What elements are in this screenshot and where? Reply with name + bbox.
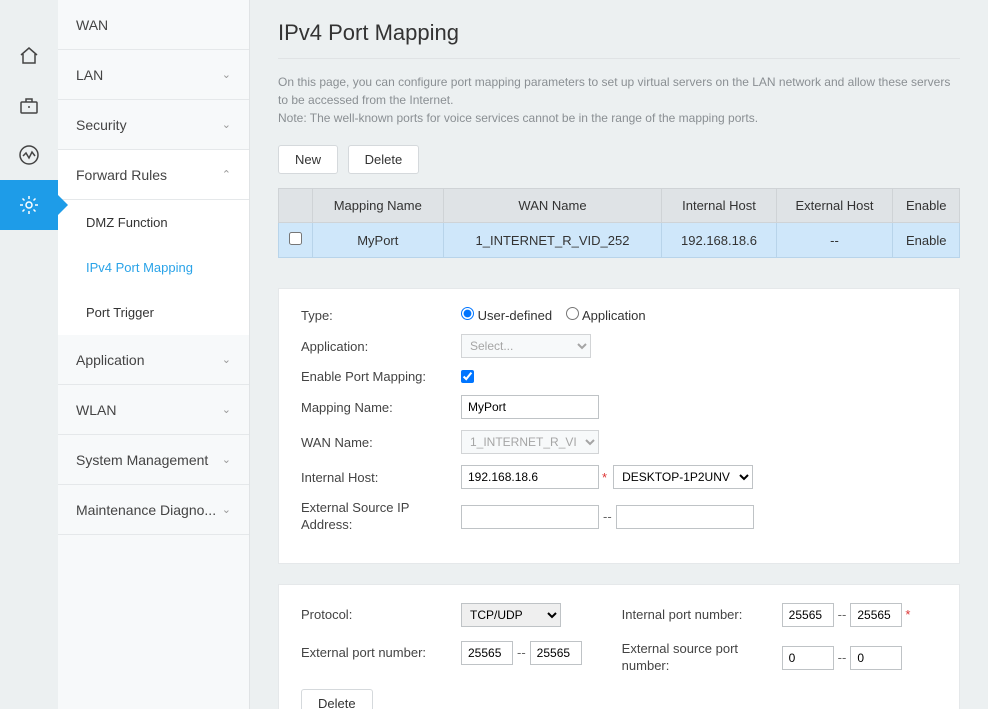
chevron-down-icon: ⌄ [222, 453, 231, 466]
enable-port-mapping-checkbox[interactable] [461, 370, 474, 383]
mapping-name-label: Mapping Name: [301, 400, 461, 415]
internal-port-b[interactable] [850, 603, 902, 627]
sidebar-item-application[interactable]: Application⌄ [58, 335, 249, 385]
divider [278, 58, 960, 59]
required-marker: * [602, 470, 607, 485]
chevron-up-icon: ⌃ [222, 168, 231, 181]
main-content: IPv4 Port Mapping On this page, you can … [250, 0, 988, 709]
chevron-down-icon: ⌄ [222, 403, 231, 416]
external-source-ip-b[interactable] [616, 505, 754, 529]
type-user-defined[interactable]: User-defined [461, 307, 552, 323]
chevron-down-icon: ⌄ [222, 353, 231, 366]
type-label: Type: [301, 308, 461, 323]
sidebar-item-security[interactable]: Security⌄ [58, 100, 249, 150]
icon-rail [0, 0, 58, 709]
sidebar-item-forward-rules[interactable]: Forward Rules⌃ [58, 150, 249, 200]
sidebar: WAN LAN⌄ Security⌄ Forward Rules⌃ DMZ Fu… [58, 0, 250, 709]
new-button[interactable]: New [278, 145, 338, 174]
external-source-ip-label: External Source IP Address: [301, 500, 461, 534]
rail-spacer [0, 0, 58, 30]
mapping-table: Mapping Name WAN Name Internal Host Exte… [278, 188, 960, 258]
home-icon [18, 44, 40, 66]
page-title: IPv4 Port Mapping [278, 20, 960, 46]
row-checkbox[interactable] [289, 232, 302, 245]
port-delete-button[interactable]: Delete [301, 689, 373, 709]
sidebar-item-lan[interactable]: LAN⌄ [58, 50, 249, 100]
application-select[interactable]: Select... [461, 334, 591, 358]
table-row[interactable]: MyPort 1_INTERNET_R_VID_252 192.168.18.6… [279, 223, 960, 258]
internal-port-a[interactable] [782, 603, 834, 627]
rail-settings[interactable] [0, 180, 58, 230]
application-label: Application: [301, 339, 461, 354]
external-source-port-a[interactable] [782, 646, 834, 670]
sidebar-item-maintenance[interactable]: Maintenance Diagno...⌄ [58, 485, 249, 535]
mapping-name-input[interactable] [461, 395, 599, 419]
enable-port-mapping-label: Enable Port Mapping: [301, 369, 461, 384]
range-dash: -- [603, 509, 612, 524]
external-source-port-b[interactable] [850, 646, 902, 670]
rail-home[interactable] [0, 30, 58, 80]
sidebar-sub-dmz[interactable]: DMZ Function [58, 200, 249, 245]
external-source-ip-a[interactable] [461, 505, 599, 529]
internal-host-select[interactable]: DESKTOP-1P2UNV [613, 465, 753, 489]
external-source-port-label: External source port number: [622, 641, 782, 675]
briefcase-icon [18, 94, 40, 116]
internal-host-input[interactable] [461, 465, 599, 489]
wan-name-label: WAN Name: [301, 435, 461, 450]
chevron-down-icon: ⌄ [222, 68, 231, 81]
chevron-down-icon: ⌄ [222, 118, 231, 131]
activity-icon [18, 144, 40, 166]
chevron-down-icon: ⌄ [222, 503, 231, 516]
gear-icon [18, 194, 40, 216]
external-port-a[interactable] [461, 641, 513, 665]
protocol-select[interactable]: TCP/UDP [461, 603, 561, 627]
rail-briefcase[interactable] [0, 80, 58, 130]
sidebar-item-wan[interactable]: WAN [58, 0, 249, 50]
sidebar-item-wlan[interactable]: WLAN⌄ [58, 385, 249, 435]
required-marker: * [905, 607, 910, 622]
table-header-row: Mapping Name WAN Name Internal Host Exte… [279, 189, 960, 223]
page-description: On this page, you can configure port map… [278, 73, 960, 127]
port-form: Protocol: TCP/UDP External port number: … [278, 584, 960, 709]
rail-activity[interactable] [0, 130, 58, 180]
type-application[interactable]: Application [566, 307, 646, 323]
internal-port-label: Internal port number: [622, 607, 782, 622]
external-port-label: External port number: [301, 645, 461, 660]
internal-host-label: Internal Host: [301, 470, 461, 485]
mapping-form: Type: User-defined Application Applicati… [278, 288, 960, 564]
sidebar-sub-port-trigger[interactable]: Port Trigger [58, 290, 249, 335]
protocol-label: Protocol: [301, 607, 461, 622]
sidebar-item-system-management[interactable]: System Management⌄ [58, 435, 249, 485]
delete-button[interactable]: Delete [348, 145, 420, 174]
sidebar-sub-ipv4-port-mapping[interactable]: IPv4 Port Mapping [58, 245, 249, 290]
wan-name-select[interactable]: 1_INTERNET_R_VI [461, 430, 599, 454]
external-port-b[interactable] [530, 641, 582, 665]
